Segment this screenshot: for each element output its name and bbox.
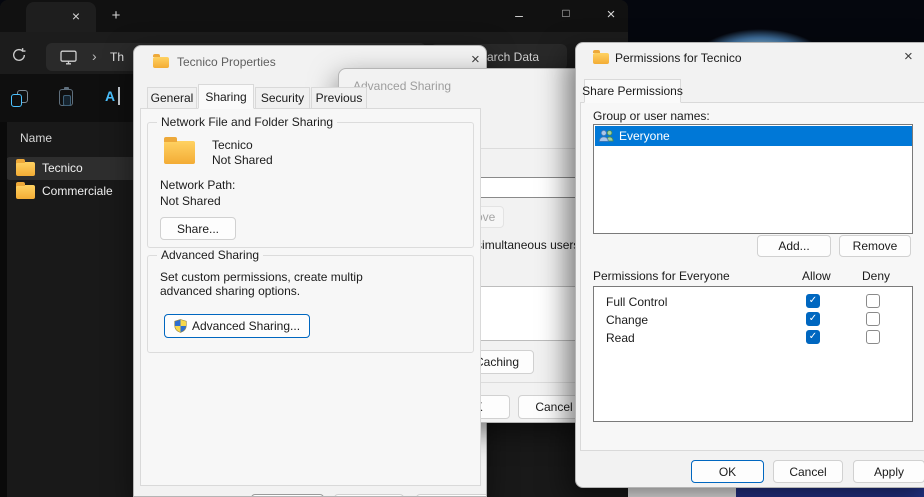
- permissions-cancel-button[interactable]: Cancel: [773, 460, 843, 483]
- folder-row-tecnico[interactable]: Tecnico: [6, 157, 133, 180]
- folder-row-label: Commerciale: [42, 184, 113, 198]
- advanced-sharing-group: Advanced Sharing Set custom permissions,…: [147, 255, 474, 353]
- permission-row: Full Control ✓: [594, 293, 912, 311]
- copy-icon[interactable]: [10, 88, 32, 110]
- explorer-left-edge: [0, 122, 7, 497]
- breadcrumb[interactable]: Th: [110, 50, 124, 64]
- advanced-desc-line2: advanced sharing options.: [160, 284, 300, 298]
- desktop-wallpaper: [628, 0, 924, 42]
- window-maximize-icon[interactable]: □: [553, 7, 579, 19]
- group-user-names-label: Group or user names:: [593, 109, 710, 123]
- permissions-ok-button[interactable]: OK: [691, 460, 764, 483]
- tab-previous-versions[interactable]: Previous: [311, 87, 367, 109]
- deny-checkbox[interactable]: [866, 312, 880, 326]
- advanced-sharing-button[interactable]: Advanced Sharing...: [164, 314, 310, 338]
- properties-close-icon[interactable]: ×: [471, 52, 480, 67]
- allow-checkbox[interactable]: ✓: [806, 312, 820, 326]
- permissions-listbox[interactable]: Full Control ✓ Change ✓ Read ✓: [593, 286, 913, 422]
- permissions-dialog-title: Permissions for Tecnico: [615, 51, 742, 65]
- remove-user-button[interactable]: Remove: [839, 235, 911, 257]
- column-header-name[interactable]: Name: [20, 131, 52, 145]
- rename-icon-letter: A: [105, 88, 115, 104]
- allow-checkbox[interactable]: ✓: [806, 330, 820, 344]
- explorer-tab[interactable]: [26, 2, 96, 32]
- permission-name: Full Control: [606, 295, 667, 309]
- uac-shield-icon: [174, 319, 187, 333]
- folder-share-state: Not Shared: [212, 153, 273, 167]
- rename-icon[interactable]: A: [105, 87, 127, 109]
- group-label: Advanced Sharing: [157, 248, 263, 262]
- tab-label: Security: [261, 91, 304, 105]
- permission-row: Read ✓: [594, 329, 912, 347]
- group-user-listbox[interactable]: Everyone: [593, 124, 913, 234]
- permissions-apply-button[interactable]: Apply: [853, 460, 924, 483]
- folder-row-label: Tecnico: [42, 161, 83, 175]
- permissions-dialog: Permissions for Tecnico × Share Permissi…: [575, 42, 924, 488]
- permission-row: Change ✓: [594, 311, 912, 329]
- permission-name: Change: [606, 313, 648, 327]
- new-tab-icon[interactable]: +: [108, 8, 124, 23]
- advanced-desc-line1: Set custom permissions, create multip: [160, 270, 363, 284]
- properties-dialog: Tecnico Properties × General Sharing Sec…: [133, 45, 487, 497]
- this-pc-icon: [60, 50, 77, 68]
- breadcrumb-chevron-icon: ›: [92, 48, 97, 64]
- network-path-label: Network Path:: [160, 178, 235, 192]
- tab-label: Share Permissions: [582, 84, 683, 98]
- permission-name: Read: [606, 331, 635, 345]
- dialog-folder-icon: [593, 53, 609, 64]
- user-row-everyone[interactable]: Everyone: [595, 126, 912, 146]
- advanced-dialog-title: Advanced Sharing: [353, 79, 451, 93]
- dialog-folder-icon: [153, 57, 169, 68]
- tab-close-icon[interactable]: ×: [68, 9, 84, 23]
- window-minimize-icon[interactable]: –: [506, 8, 532, 22]
- add-user-button[interactable]: Add...: [757, 235, 831, 257]
- shared-folder-icon: [164, 141, 195, 164]
- share-button[interactable]: Share...: [160, 217, 236, 240]
- paste-icon-page: [63, 95, 71, 106]
- properties-dialog-title: Tecnico Properties: [177, 55, 276, 69]
- paste-icon[interactable]: [56, 87, 78, 109]
- tab-label: General: [151, 91, 194, 105]
- deny-checkbox[interactable]: [866, 294, 880, 308]
- copy-icon-front: [11, 94, 22, 107]
- network-sharing-group: Network File and Folder Sharing Tecnico …: [147, 122, 474, 248]
- tab-sharing[interactable]: Sharing: [198, 84, 254, 109]
- tab-label: Previous: [316, 91, 363, 105]
- rename-icon-cursor: [118, 87, 120, 105]
- user-row-label: Everyone: [619, 129, 670, 143]
- desktop-strip-light: [628, 488, 736, 497]
- tab-general[interactable]: General: [147, 87, 197, 109]
- allow-checkbox[interactable]: ✓: [806, 294, 820, 308]
- folder-icon: [16, 185, 35, 199]
- permissions-for-label: Permissions for Everyone: [593, 269, 730, 283]
- deny-column-header: Deny: [862, 269, 890, 283]
- network-path-value: Not Shared: [160, 194, 221, 208]
- search-box-text: arch Data: [487, 50, 539, 64]
- users-group-icon: [598, 129, 615, 146]
- screen: × + – □ × › Th arch Data: [0, 0, 924, 497]
- tab-label: Sharing: [205, 90, 246, 104]
- group-label: Network File and Folder Sharing: [157, 115, 337, 129]
- advanced-sharing-button-label: Advanced Sharing...: [192, 319, 300, 333]
- tab-share-permissions[interactable]: Share Permissions: [584, 79, 681, 103]
- window-close-icon[interactable]: ×: [598, 7, 624, 22]
- desktop-strip-blue: [736, 488, 924, 497]
- allow-column-header: Allow: [802, 269, 831, 283]
- folder-row-commerciale[interactable]: Commerciale: [6, 180, 133, 203]
- refresh-icon[interactable]: [11, 47, 27, 66]
- deny-checkbox[interactable]: [866, 330, 880, 344]
- folder-icon: [16, 162, 35, 176]
- permissions-close-icon[interactable]: ×: [904, 49, 913, 64]
- folder-name: Tecnico: [212, 138, 253, 152]
- tab-security[interactable]: Security: [255, 87, 310, 109]
